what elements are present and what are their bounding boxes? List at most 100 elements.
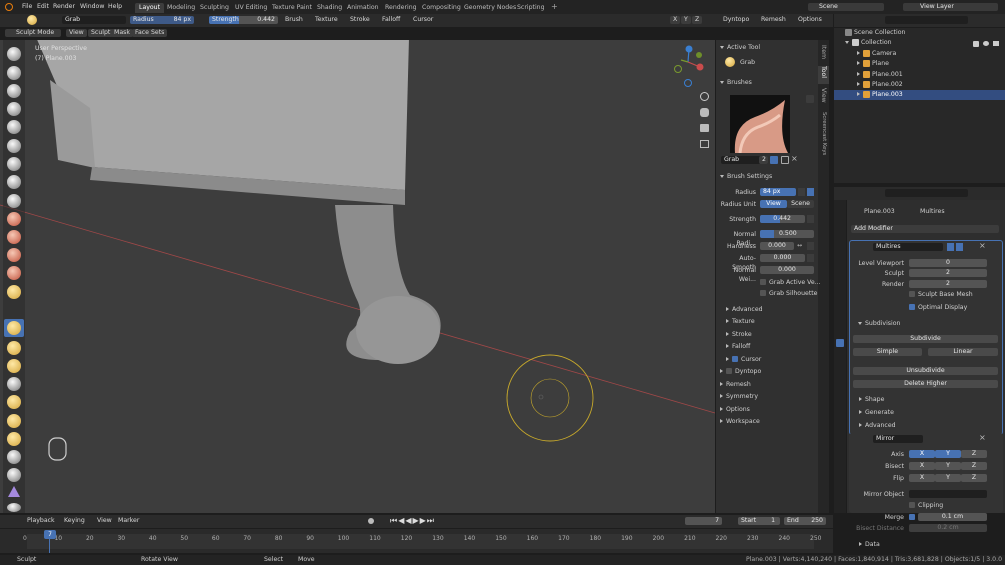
outliner-scene-collection[interactable]: Scene Collection <box>845 28 905 39</box>
sub-cursor[interactable]: Cursor <box>726 355 761 364</box>
simple-button[interactable]: Simple <box>853 348 922 356</box>
crease-tool-icon[interactable] <box>7 194 21 208</box>
outliner-plane-002[interactable]: Plane.002 <box>857 80 903 91</box>
subdivide-button[interactable]: Subdivide <box>853 335 998 343</box>
scene-selector[interactable]: Scene <box>808 3 884 11</box>
outliner-camera[interactable]: Camera <box>857 49 896 60</box>
viewport[interactable] <box>0 40 715 513</box>
hardness-pressure-icon[interactable] <box>807 242 814 250</box>
section-remesh[interactable]: Remesh <box>720 380 751 389</box>
render-camera-icon[interactable] <box>993 41 999 46</box>
scrape-tool-icon[interactable] <box>7 266 21 280</box>
editmode-toggle-icon[interactable] <box>947 243 954 251</box>
strength-slider[interactable]: 0.442 <box>760 215 805 223</box>
outliner-search-input[interactable] <box>885 16 968 24</box>
tab-modeling[interactable]: Modeling <box>163 3 199 13</box>
boundary-tool-icon[interactable] <box>7 468 21 482</box>
menu-playback[interactable]: Playback <box>24 517 58 525</box>
bisect-x[interactable]: X <box>909 462 935 470</box>
menu-timeline-view[interactable]: View <box>94 517 115 525</box>
collection-exclude-checkbox[interactable] <box>973 41 979 47</box>
tab-compositing[interactable]: Compositing <box>418 3 465 13</box>
menu-help[interactable]: Help <box>108 2 122 12</box>
current-frame-input[interactable]: 7 <box>685 517 722 525</box>
brush-list-toggle-icon[interactable] <box>806 95 814 103</box>
active-tool-header[interactable]: Active Tool <box>720 43 760 52</box>
axis-y-toggle[interactable]: Y <box>681 16 691 24</box>
tab-screencast-keys[interactable]: Screencast Keys <box>818 112 829 162</box>
draw-sharp-tool-icon[interactable] <box>7 66 21 80</box>
properties-search-input[interactable] <box>885 189 968 197</box>
menu-render[interactable]: Render <box>53 2 75 12</box>
mask-tool-icon[interactable] <box>8 486 20 497</box>
auto-smooth-input[interactable]: 0.000 <box>760 254 805 262</box>
subdivision-header[interactable]: Subdivision <box>858 319 900 328</box>
delete-higher-button[interactable]: Delete Higher <box>853 380 998 388</box>
menu-sculpt[interactable]: Sculpt <box>88 29 114 37</box>
shape-header[interactable]: Shape <box>859 395 884 404</box>
brush-settings-header[interactable]: Brush Settings <box>720 172 772 181</box>
tab-layout[interactable]: Layout <box>135 3 165 13</box>
menu-marker[interactable]: Marker <box>115 517 142 525</box>
draw-tool-icon[interactable] <box>7 47 21 61</box>
sculpt-levels-input[interactable]: 2 <box>909 269 987 277</box>
radius-pressure-icon[interactable] <box>807 188 814 196</box>
clay-strips-tool-icon[interactable] <box>7 102 21 116</box>
menu-dyntopo[interactable]: Dyntopo <box>720 16 752 24</box>
blender-logo-icon[interactable] <box>5 3 13 11</box>
fake-user-icon[interactable] <box>770 156 778 164</box>
mode-selector[interactable]: Sculpt Mode <box>5 29 61 37</box>
menu-edit[interactable]: Edit <box>37 2 49 12</box>
tab-view[interactable]: View <box>818 88 829 108</box>
tab-scripting[interactable]: Scripting <box>513 3 549 13</box>
tab-geometry-nodes[interactable]: Geometry Nodes <box>460 3 520 13</box>
fill-tool-icon[interactable] <box>7 248 21 262</box>
grab-silhouette-checkbox[interactable]: Grab Silhouette <box>760 289 818 298</box>
axis-z-toggle[interactable]: Z <box>692 16 703 24</box>
optimal-display-checkbox[interactable]: Optimal Display <box>909 303 967 312</box>
merge-checkbox[interactable] <box>909 513 918 522</box>
radius-field[interactable]: Radius 84 px <box>130 16 194 24</box>
pose-tool-icon[interactable] <box>7 395 21 409</box>
visibility-eye-icon[interactable] <box>983 41 989 46</box>
tab-item[interactable]: Item <box>818 45 829 65</box>
modifier-tab-wrench-icon[interactable] <box>836 339 844 347</box>
snake-hook-tool-icon[interactable] <box>7 359 21 373</box>
hardness-input[interactable]: 0.000 <box>760 242 794 250</box>
inflate-tool-icon[interactable] <box>7 157 21 171</box>
bisect-z[interactable]: Z <box>961 462 987 470</box>
tab-animation[interactable]: Animation <box>343 3 383 13</box>
tab-sculpting[interactable]: Sculpting <box>196 3 233 13</box>
menu-remesh[interactable]: Remesh <box>758 16 789 24</box>
multires-delete-icon[interactable]: × <box>979 241 986 250</box>
tab-texture-paint[interactable]: Texture Paint <box>268 3 316 13</box>
axis-x-toggle[interactable]: X <box>670 16 681 24</box>
brushes-header[interactable]: Brushes <box>720 78 752 87</box>
nudge-tool-icon[interactable] <box>7 414 21 428</box>
slide-relax-tool-icon[interactable] <box>7 450 21 464</box>
outliner-collection[interactable]: Collection <box>845 38 892 49</box>
record-icon[interactable] <box>368 518 374 524</box>
camera-view-icon[interactable] <box>700 124 709 132</box>
render-levels-input[interactable]: 2 <box>909 280 987 288</box>
smooth-tool-icon[interactable] <box>7 212 21 226</box>
outliner-plane-003[interactable]: Plane.003 <box>857 90 903 101</box>
unit-view-button[interactable]: View <box>760 200 787 208</box>
sub-texture[interactable]: Texture <box>726 317 755 326</box>
clay-tool-icon[interactable] <box>7 84 21 98</box>
normal-weight-input[interactable]: 0.000 <box>760 266 814 274</box>
section-workspace[interactable]: Workspace <box>720 417 760 426</box>
mirror-delete-icon[interactable]: × <box>979 433 986 442</box>
thumb-tool-icon[interactable] <box>7 377 21 391</box>
normal-radius-slider[interactable]: 0.500 <box>760 230 814 238</box>
add-modifier-button[interactable]: Add Modifier <box>851 225 999 233</box>
viewport-toggle-icon[interactable] <box>956 243 963 251</box>
blob-tool-icon[interactable] <box>7 175 21 189</box>
flip-y[interactable]: Y <box>935 474 961 482</box>
draw-face-sets-tool-icon[interactable] <box>7 503 21 512</box>
strength-field[interactable]: Strength 0.442 <box>209 16 278 24</box>
menu-options[interactable]: Options <box>795 16 825 24</box>
clay-thumb-tool-icon[interactable] <box>7 120 21 134</box>
mirror-axis-y[interactable]: Y <box>935 450 961 458</box>
data-header[interactable]: Data <box>859 540 880 549</box>
